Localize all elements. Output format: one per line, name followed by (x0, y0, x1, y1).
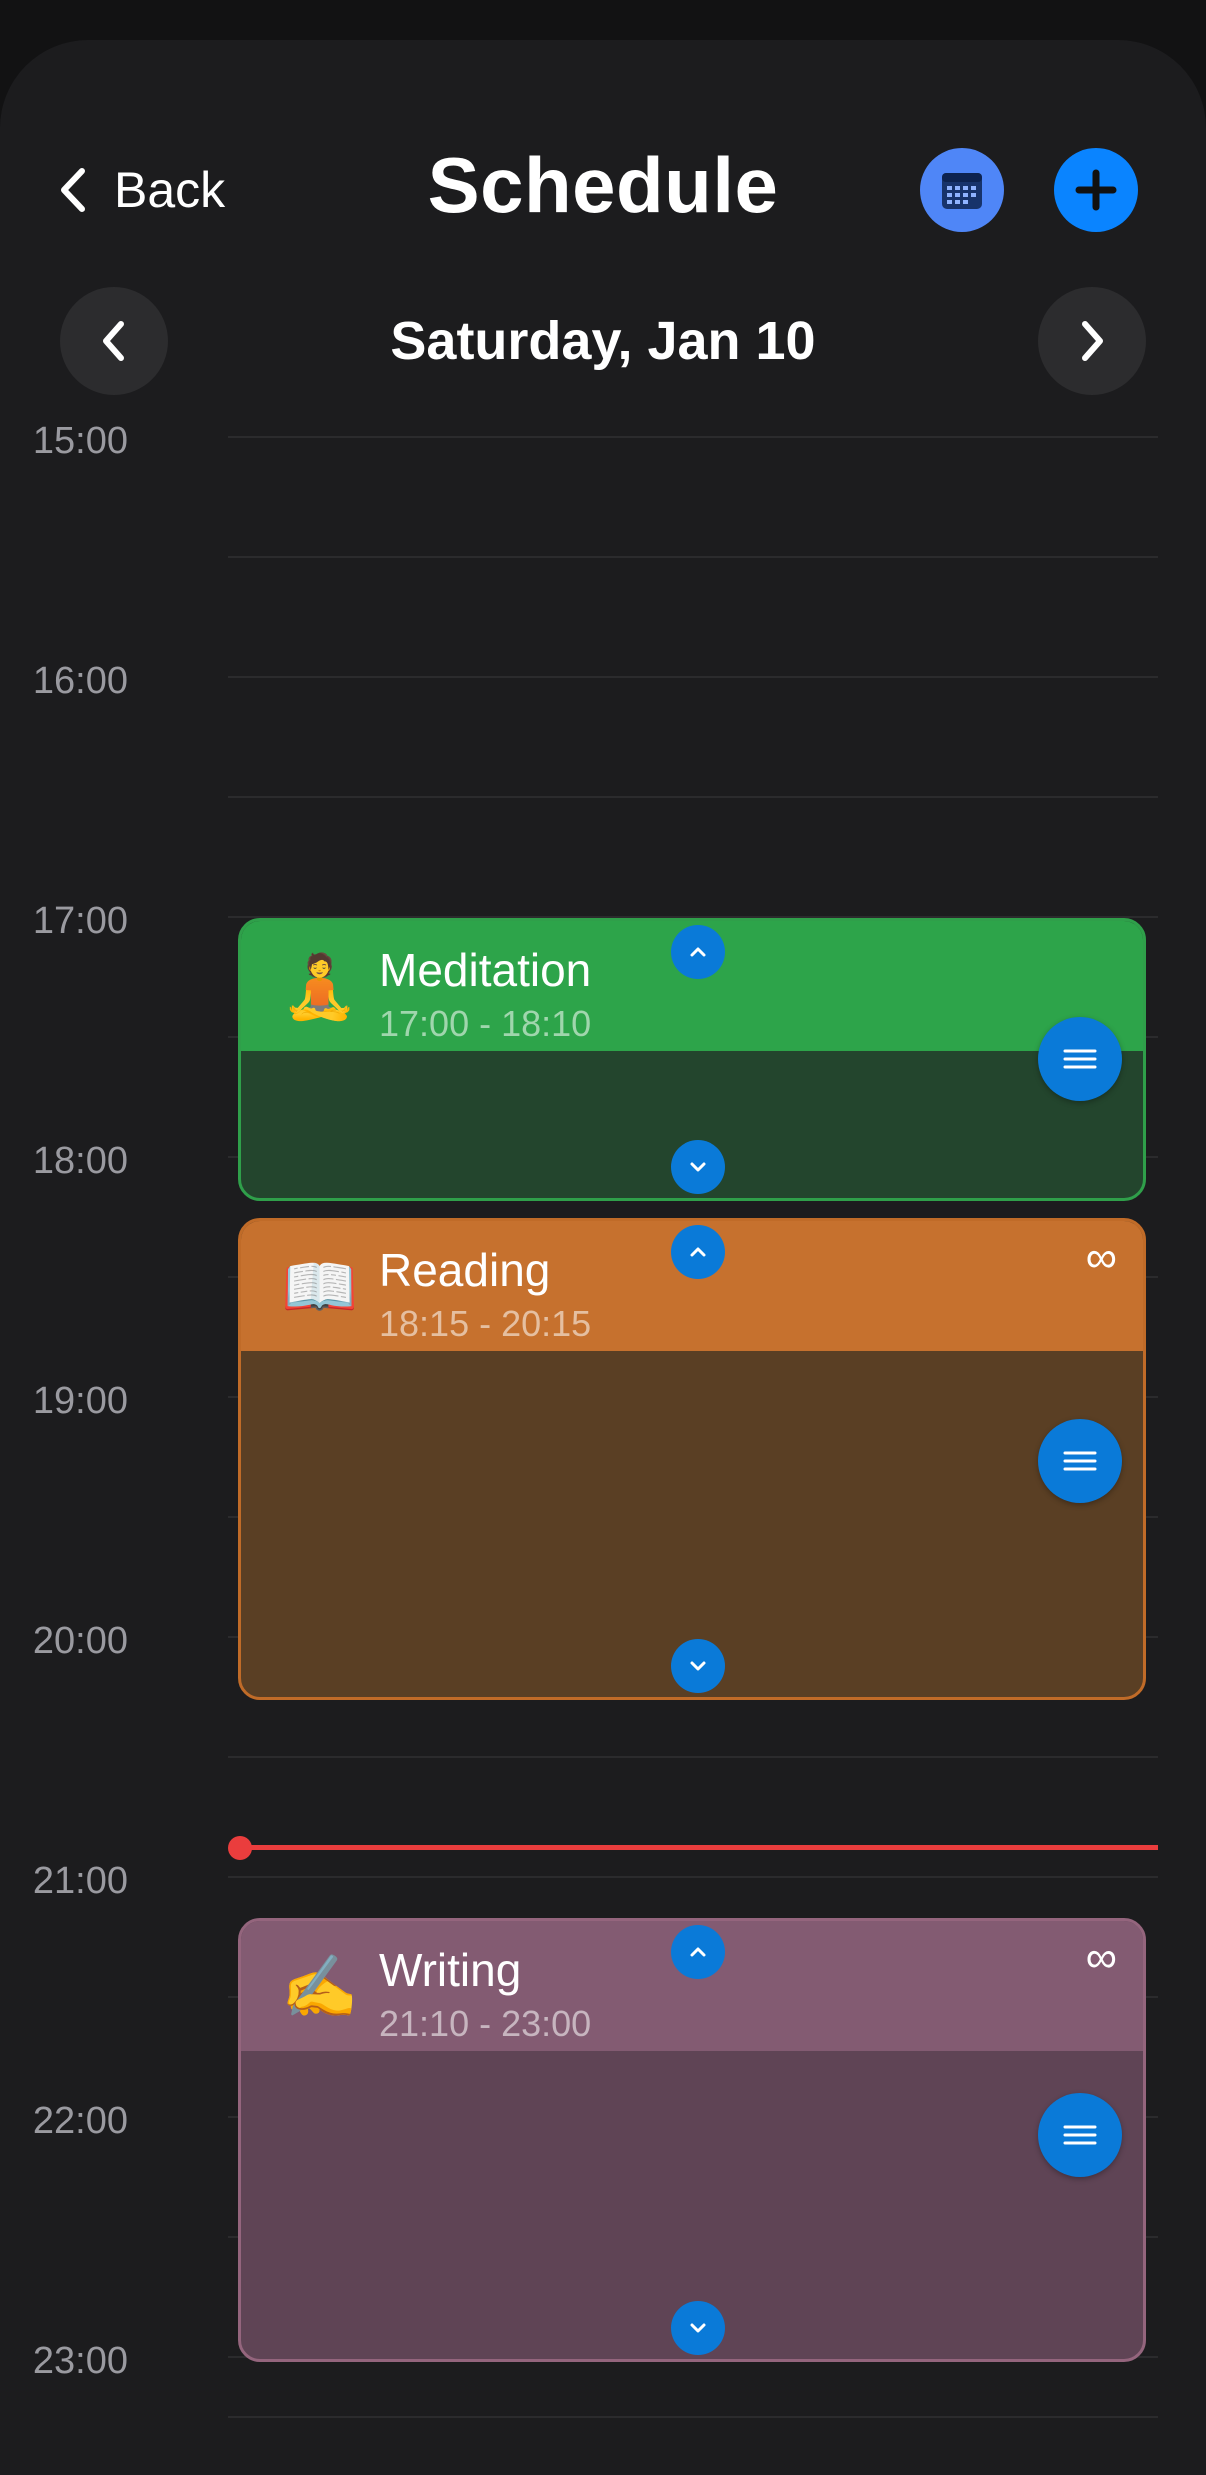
calendar-button[interactable] (920, 148, 1004, 232)
resize-top-handle[interactable] (671, 1925, 725, 1979)
resize-bottom-handle[interactable] (671, 2301, 725, 2355)
hour-label: 16:00 (32, 660, 128, 702)
chevron-up-icon (690, 947, 706, 957)
hour-label: 23:00 (32, 2340, 128, 2382)
current-time-line (240, 1845, 1158, 1850)
book-emoji-icon: 📖 (281, 1253, 359, 1322)
event-menu-button[interactable] (1038, 1419, 1122, 1503)
grid-line (228, 556, 1158, 558)
chevron-up-icon (690, 1947, 706, 1957)
meditation-emoji-icon: 🧘 (281, 953, 359, 1022)
hamburger-menu-icon (1063, 1049, 1097, 1069)
grid-line (228, 676, 1158, 678)
grid-line (228, 796, 1158, 798)
grid-line (228, 436, 1158, 438)
resize-top-handle[interactable] (671, 1225, 725, 1279)
event-card-meditation[interactable]: 🧘 Meditation 17:00 - 18:10 (238, 918, 1146, 1201)
recurring-infinity-icon: ∞ (1085, 1233, 1117, 1282)
resize-bottom-handle[interactable] (671, 1639, 725, 1693)
add-event-button[interactable] (1054, 148, 1138, 232)
hour-label: 22:00 (32, 2100, 128, 2142)
hour-label: 21:00 (32, 1860, 128, 1902)
recurring-infinity-icon: ∞ (1085, 1933, 1117, 1982)
chevron-down-icon (690, 1162, 706, 1172)
hour-label: 19:00 (32, 1380, 128, 1422)
timeline[interactable]: 15:00 16:00 17:00 18:00 19:00 20:00 21:0… (0, 410, 1206, 2475)
current-date: Saturday, Jan 10 (390, 311, 816, 371)
event-title: Meditation (379, 944, 592, 996)
chevron-down-icon (690, 1661, 706, 1671)
resize-top-handle[interactable] (671, 925, 725, 979)
next-day-button[interactable] (1038, 287, 1146, 395)
event-time: 21:10 - 23:00 (379, 2003, 592, 2044)
grid-line (228, 1756, 1158, 1758)
hour-label: 18:00 (32, 1140, 128, 1182)
event-title: Reading (379, 1244, 551, 1296)
chevron-up-icon (690, 1247, 706, 1257)
page-title: Schedule (427, 141, 779, 229)
calendar-icon (942, 173, 982, 209)
writing-hand-emoji-icon: ✍️ (281, 1953, 359, 2022)
hour-label: 20:00 (32, 1620, 128, 1662)
event-menu-button[interactable] (1038, 1017, 1122, 1101)
grid-line (228, 2416, 1158, 2418)
plus-icon (1075, 169, 1117, 211)
hamburger-menu-icon (1063, 1451, 1097, 1471)
event-time: 18:15 - 20:15 (379, 1303, 592, 1344)
event-card-writing[interactable]: ✍️ Writing 21:10 - 23:00 ∞ (238, 1918, 1146, 2362)
grid-line (228, 1876, 1158, 1878)
resize-bottom-handle[interactable] (671, 1140, 725, 1194)
event-menu-button[interactable] (1038, 2093, 1122, 2177)
hour-label: 15:00 (32, 420, 128, 462)
event-title: Writing (379, 1944, 522, 1996)
chevron-down-icon (690, 2323, 706, 2333)
hour-label: 17:00 (32, 900, 128, 942)
event-time: 17:00 - 18:10 (379, 1003, 592, 1044)
chevron-right-icon (1082, 321, 1103, 361)
hamburger-menu-icon (1063, 2125, 1097, 2145)
event-card-reading[interactable]: 📖 Reading 18:15 - 20:15 ∞ (238, 1218, 1146, 1700)
screen: Back Schedule Saturday, Jan 10 15:00 16:… (0, 40, 1206, 2475)
